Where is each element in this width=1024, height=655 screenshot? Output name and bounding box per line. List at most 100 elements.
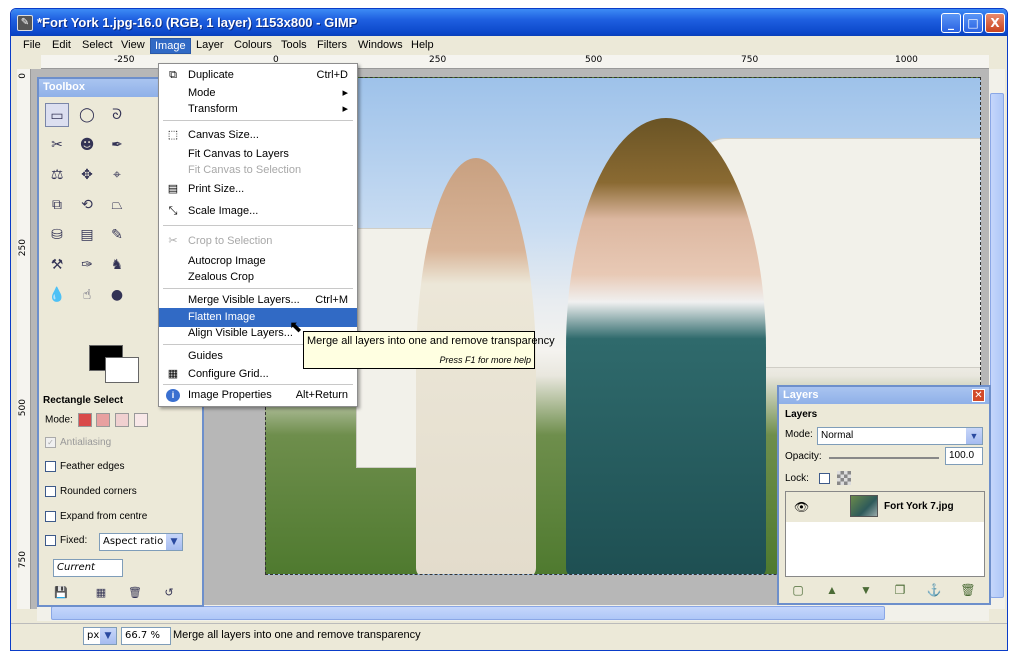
crop-tool-icon[interactable]: ⧉ [45, 193, 69, 217]
tooltip-help: Press F1 for more help [439, 355, 531, 365]
chevron-down-icon[interactable]: ▼ [166, 534, 182, 550]
menu-item-print-size[interactable]: ▤ Print Size... [159, 180, 357, 199]
menu-item-canvas-size[interactable]: ⬚ Canvas Size... [159, 126, 357, 145]
mode-intersect-icon[interactable] [133, 413, 148, 427]
title-bar[interactable]: ✎ *Fort York 1.jpg-16.0 (RGB, 1 layer) 1… [11, 9, 1007, 36]
close-icon[interactable]: ✕ [972, 389, 985, 402]
scroll-thumb[interactable] [51, 606, 885, 620]
checkbox[interactable] [45, 535, 56, 546]
chevron-down-icon[interactable]: ▼ [966, 428, 982, 444]
opacity-slider[interactable] [829, 457, 939, 459]
zoom-select[interactable]: 66.7 % [121, 627, 171, 645]
mode-subtract-icon[interactable] [115, 413, 130, 427]
duplicate-layer-icon[interactable]: ❐ [891, 581, 909, 599]
expand-option[interactable]: Expand from centre [45, 511, 147, 522]
menu-item-image-properties[interactable]: i Image Properties Alt+Return [159, 386, 357, 405]
measure-tool-icon[interactable]: ⚖ [45, 163, 69, 187]
mode-add-icon[interactable] [96, 413, 111, 427]
unit-value: px [87, 630, 100, 641]
menu-bar: File Edit Select View Image Layer Colour… [11, 36, 1007, 54]
fixed-option[interactable]: Fixed: [45, 535, 87, 546]
maximize-button[interactable]: □ [963, 13, 983, 33]
scissors-tool-icon[interactable]: ✂ [45, 133, 69, 157]
opacity-field[interactable]: 100.0 [945, 447, 983, 465]
save-options-icon[interactable]: 💾 [49, 581, 73, 605]
lock-pixels-checkbox[interactable] [819, 473, 830, 484]
new-layer-icon[interactable]: ▢ [789, 581, 807, 599]
perspective-tool-icon[interactable]: ⏢ [105, 193, 129, 217]
current-field[interactable]: Current [53, 559, 123, 577]
minimize-button[interactable]: _ [941, 13, 961, 33]
lower-layer-icon[interactable]: ▼ [857, 581, 875, 599]
clone-tool-icon[interactable]: ♞ [105, 253, 129, 277]
feather-option[interactable]: Feather edges [45, 461, 125, 472]
background-color-swatch[interactable] [105, 357, 139, 383]
tooltip: Merge all layers into one and remove tra… [303, 331, 555, 369]
eye-icon[interactable]: 👁 [794, 500, 809, 514]
menu-item-label: Duplicate [188, 69, 234, 81]
layer-name[interactable]: Fort York 7.jpg [884, 501, 954, 512]
lock-alpha-icon[interactable] [837, 471, 851, 485]
rotate-tool-icon[interactable]: ⟲ [75, 193, 99, 217]
menu-item-scale-image[interactable]: ⤡ Scale Image... [159, 202, 357, 221]
reset-options-icon[interactable]: ↺ [157, 581, 181, 605]
vertical-scrollbar[interactable] [989, 69, 1005, 609]
horizontal-scrollbar[interactable] [37, 605, 989, 621]
blur-tool-icon[interactable]: 💧 [45, 283, 69, 307]
gimp-app-icon[interactable]: ✎ [17, 15, 33, 31]
paths-tool-icon[interactable]: ✒ [105, 133, 129, 157]
menu-item-duplicate[interactable]: ⧉ Duplicate Ctrl+D [159, 66, 357, 85]
checkbox[interactable] [45, 461, 56, 472]
raise-layer-icon[interactable]: ▲ [823, 581, 841, 599]
blend-tool-icon[interactable]: ▤ [75, 223, 99, 247]
menu-select[interactable]: Select [78, 38, 117, 54]
menu-tools[interactable]: Tools [277, 38, 311, 54]
menu-image[interactable]: Image [150, 38, 191, 54]
checkbox[interactable] [45, 511, 56, 522]
fg-select-tool-icon[interactable]: ☻ [75, 133, 99, 157]
menu-layer[interactable]: Layer [192, 38, 228, 54]
mode-replace-icon[interactable] [77, 413, 92, 427]
checkbox[interactable]: ✓ [45, 437, 56, 448]
menu-file[interactable]: File [19, 38, 45, 54]
menu-colours[interactable]: Colours [230, 38, 276, 54]
menu-filters[interactable]: Filters [313, 38, 351, 54]
ruler-tick: 1000 [895, 55, 918, 65]
align-tool-icon[interactable]: ⌖ [105, 163, 129, 187]
gimp-window: ✎ *Fort York 1.jpg-16.0 (RGB, 1 layer) 1… [10, 8, 1008, 651]
pencil-tool-icon[interactable]: ✎ [105, 223, 129, 247]
delete-layer-icon[interactable]: 🗑 [959, 581, 977, 599]
anchor-layer-icon[interactable]: ⚓ [925, 581, 943, 599]
fixed-mode-select[interactable]: Aspect ratio ▼ [99, 533, 183, 551]
vertical-ruler[interactable]: 0 250 500 750 [17, 69, 31, 609]
airbrush-tool-icon[interactable]: ⚒ [45, 253, 69, 277]
chevron-down-icon[interactable]: ▼ [100, 628, 116, 644]
checkbox[interactable] [45, 486, 56, 497]
rect-select-tool-icon[interactable]: ▭ [45, 103, 69, 127]
layer-mode-select[interactable]: Normal ▼ [817, 427, 983, 445]
unit-select[interactable]: px ▼ [83, 627, 117, 645]
delete-options-icon[interactable]: 🗑 [123, 581, 147, 605]
restore-options-icon[interactable]: ▦ [89, 581, 113, 605]
dodge-tool-icon[interactable]: ● [105, 283, 129, 307]
menu-view[interactable]: View [117, 38, 149, 54]
menu-item-zealous-crop[interactable]: Zealous Crop [159, 268, 357, 287]
menu-help[interactable]: Help [407, 38, 438, 54]
layer-row[interactable]: 👁 Fort York 7.jpg [786, 492, 984, 522]
smudge-tool-icon[interactable]: ☝ [75, 283, 99, 307]
antialiasing-option[interactable]: ✓ Antialiasing [45, 437, 111, 448]
ink-tool-icon[interactable]: ✑ [75, 253, 99, 277]
scroll-thumb[interactable] [990, 93, 1004, 598]
menu-edit[interactable]: Edit [48, 38, 75, 54]
ellipse-select-tool-icon[interactable]: ◯ [75, 103, 99, 127]
menu-windows[interactable]: Windows [354, 38, 407, 54]
rounded-option[interactable]: Rounded corners [45, 486, 137, 497]
menu-item-transform[interactable]: Transform ▸ [159, 100, 357, 119]
menu-separator [163, 120, 353, 121]
lasso-tool-icon[interactable]: ᘐ [105, 103, 129, 127]
bucket-fill-icon[interactable]: ⛁ [45, 223, 69, 247]
layer-list[interactable]: 👁 Fort York 7.jpg [785, 491, 985, 577]
close-button[interactable]: X [985, 13, 1005, 33]
move-tool-icon[interactable]: ✥ [75, 163, 99, 187]
menu-item-shortcut: Ctrl+D [316, 69, 348, 81]
